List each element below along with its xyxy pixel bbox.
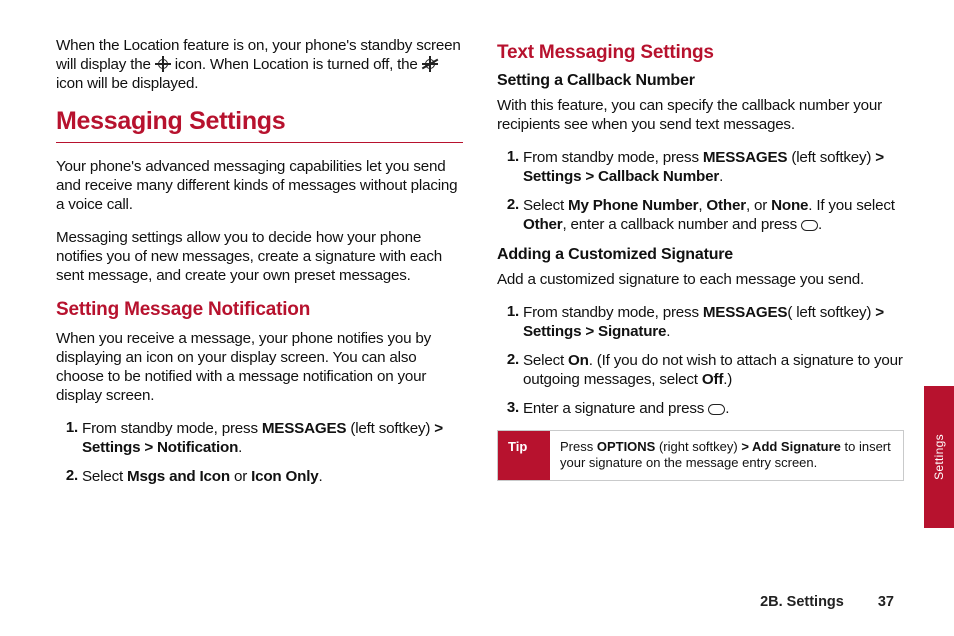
list-item: 1. From standby mode, press MESSAGES (le… [82,419,463,457]
location-off-icon [422,56,438,72]
text: icon. When Location is turned off, the [175,56,422,73]
heading-rule [56,142,463,143]
subheading-set-message-notification: Setting Message Notification [56,299,463,321]
body-text: Messaging settings allow you to decide h… [56,228,463,285]
text: icon will be displayed. [56,75,198,92]
heading-messaging-settings: Messaging Settings [56,107,463,136]
body-text: Add a customized signature to each messa… [497,270,904,289]
side-tab-label: Settings [932,434,946,480]
body-text: When you receive a message, your phone n… [56,329,463,405]
steps-list: 1. From standby mode, press MESSAGES (le… [56,419,463,486]
step-number: 1. [497,148,519,167]
tip-label: Tip [498,431,550,480]
tip-text: Press OPTIONS (right softkey) > Add Sign… [550,431,903,480]
body-text: Your phone's advanced messaging capabili… [56,157,463,214]
steps-list: 1. From standby mode, press MESSAGES (le… [497,148,904,234]
subheading-text-messaging-settings: Text Messaging Settings [497,42,904,64]
list-item: 2. Select My Phone Number, Other, or Non… [523,196,904,234]
side-tab-settings: Settings [924,386,954,528]
right-column: Text Messaging Settings Setting a Callba… [497,36,904,498]
step-number: 1. [56,419,78,438]
list-item: 2. Select On. (If you do not wish to att… [523,351,904,389]
tip-box: Tip Press OPTIONS (right softkey) > Add … [497,430,904,481]
ok-key-icon [801,220,818,231]
steps-list: 1. From standby mode, press MESSAGES( le… [497,303,904,418]
step-number: 1. [497,303,519,322]
list-item: 3. Enter a signature and press . [523,399,904,418]
list-item: 1. From standby mode, press MESSAGES( le… [523,303,904,341]
list-item: 1. From standby mode, press MESSAGES (le… [523,148,904,186]
location-on-icon [155,56,171,72]
step-number: 2. [56,467,78,486]
step-number: 3. [497,399,519,418]
page-number: 37 [878,594,894,610]
step-number: 2. [497,351,519,370]
subsubheading-customized-signature: Adding a Customized Signature [497,246,904,264]
location-intro: When the Location feature is on, your ph… [56,36,463,93]
body-text: With this feature, you can specify the c… [497,96,904,134]
ok-key-icon [708,404,725,415]
step-number: 2. [497,196,519,215]
subsubheading-callback-number: Setting a Callback Number [497,72,904,90]
list-item: 2. Select Msgs and Icon or Icon Only. [82,467,463,486]
left-column: When the Location feature is on, your ph… [56,36,463,498]
section-label: 2B. Settings [760,594,844,610]
page-footer: 2B. Settings 37 [760,594,894,610]
